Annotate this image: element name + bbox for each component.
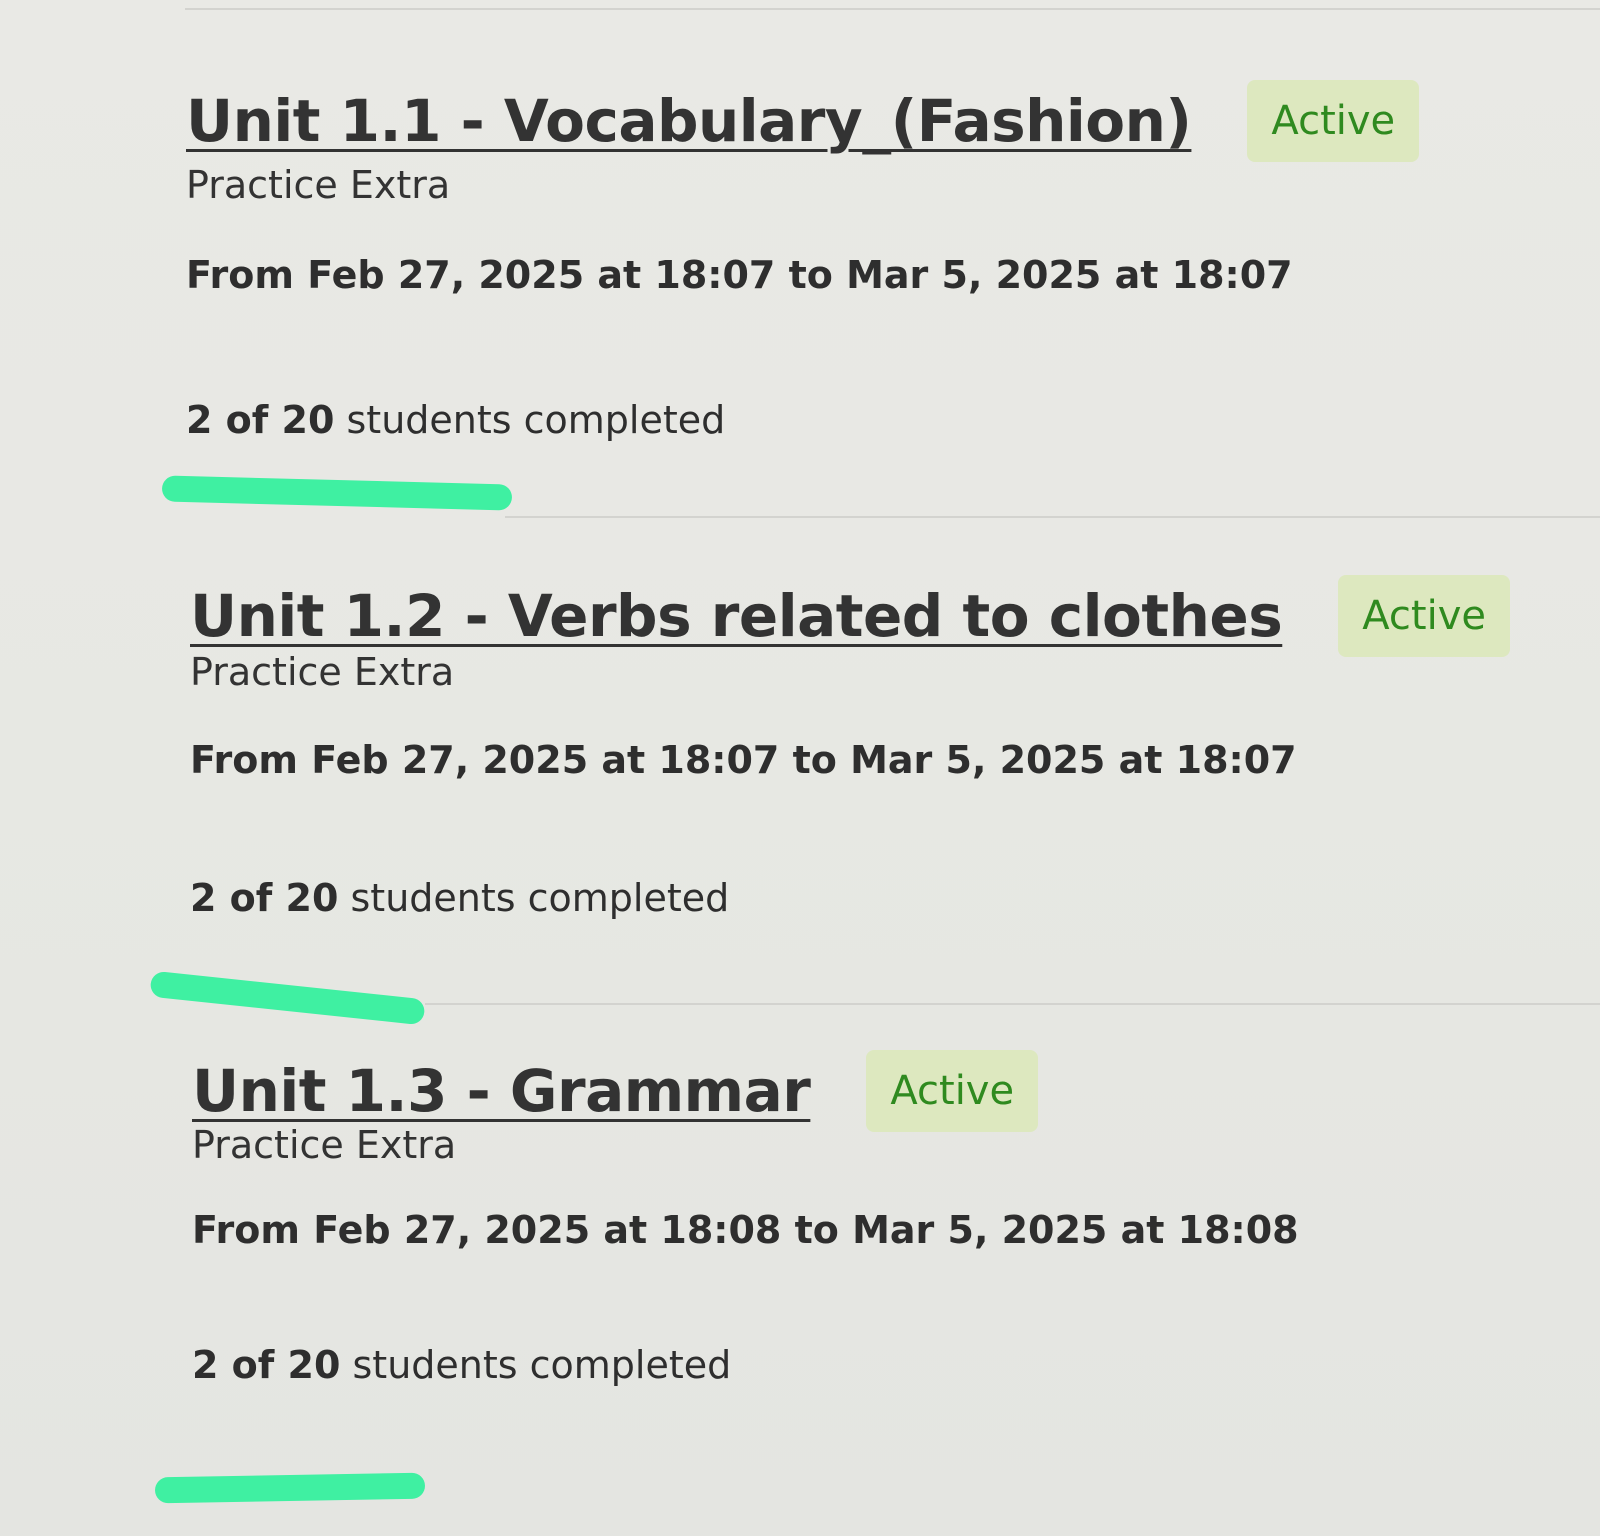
completion-count-value: 2 of 20	[192, 1343, 341, 1387]
assignment-title-link[interactable]: Unit 1.1 - Vocabulary_(Fashion)	[186, 87, 1192, 155]
assignment-title-row: Unit 1.2 - Verbs related to clothes Acti…	[190, 575, 1510, 657]
highlight-marker	[149, 970, 426, 1026]
status-badge: Active	[1338, 575, 1510, 657]
assignment-dates: From Feb 27, 2025 at 18:08 to Mar 5, 202…	[192, 1208, 1299, 1252]
completion-count-label: students completed	[334, 398, 726, 442]
completion-count: 2 of 20 students completed	[192, 1343, 731, 1387]
assignment-divider	[505, 516, 1600, 518]
assignment-type: Practice Extra	[190, 650, 455, 694]
completion-count-value: 2 of 20	[190, 876, 339, 920]
highlight-marker	[161, 475, 513, 511]
status-badge: Active	[1247, 80, 1420, 162]
completion-count-label: students completed	[340, 1343, 732, 1387]
assignment-title-row: Unit 1.1 - Vocabulary_(Fashion) Active	[186, 80, 1420, 162]
assignment-dates: From Feb 27, 2025 at 18:07 to Mar 5, 202…	[190, 738, 1297, 782]
assignment-dates: From Feb 27, 2025 at 18:07 to Mar 5, 202…	[186, 253, 1293, 297]
completion-count: 2 of 20 students completed	[190, 876, 729, 920]
highlight-marker	[154, 1472, 426, 1504]
completion-count-value: 2 of 20	[186, 398, 335, 442]
assignment-list-page: Unit 1.1 - Vocabulary_(Fashion) Active P…	[0, 0, 1600, 1536]
completion-count-label: students completed	[338, 876, 730, 920]
assignment-title-link[interactable]: Unit 1.3 - Grammar	[192, 1057, 811, 1125]
assignment-type: Practice Extra	[186, 163, 451, 207]
assignment-title-row: Unit 1.3 - Grammar Active	[192, 1050, 1039, 1132]
assignment-title-link[interactable]: Unit 1.2 - Verbs related to clothes	[190, 582, 1283, 650]
completion-count: 2 of 20 students completed	[186, 398, 725, 442]
top-divider	[185, 8, 1600, 10]
status-badge: Active	[866, 1050, 1039, 1132]
assignment-type: Practice Extra	[192, 1123, 457, 1167]
assignment-divider	[425, 1003, 1600, 1005]
